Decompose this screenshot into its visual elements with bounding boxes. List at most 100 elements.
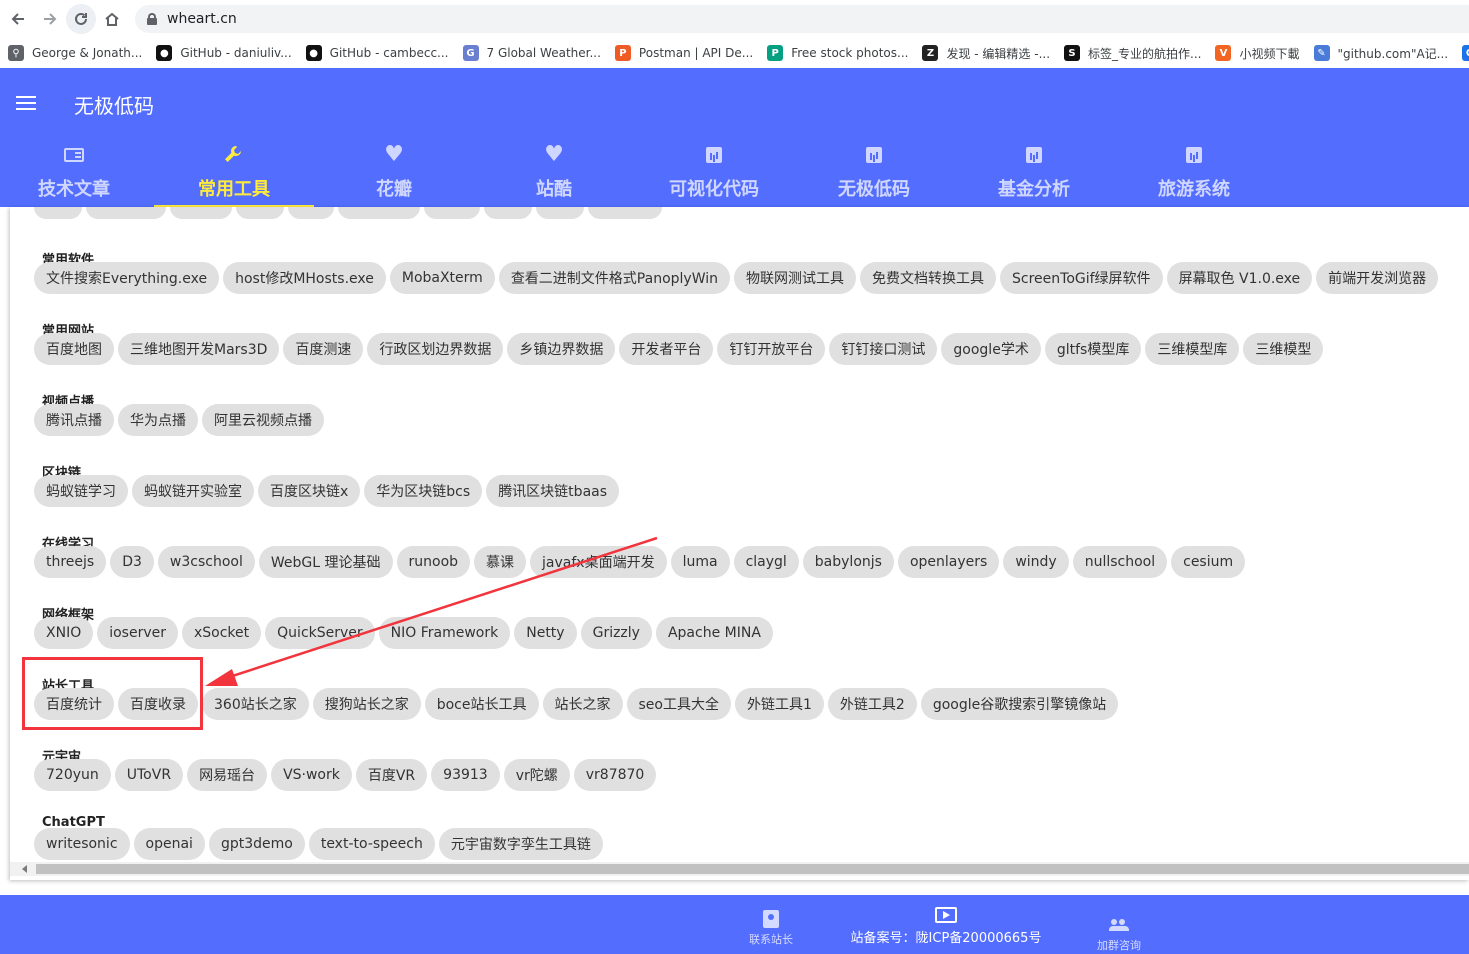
tool-chip[interactable]: windy [1003, 546, 1069, 578]
tool-chip[interactable]: nullschool [1072, 546, 1168, 578]
tool-chip[interactable]: 三维模型库 [1145, 333, 1240, 365]
tool-chip[interactable]: 慕课 [474, 546, 527, 578]
tab-6[interactable]: 无极低码 [794, 140, 954, 207]
bookmark-item[interactable]: G 7 Global Weather... [462, 45, 601, 61]
tool-chip[interactable]: 华为区块链bcs [364, 475, 483, 507]
tool-chip[interactable]: 查看二进制文件格式PanoplyWin [498, 262, 731, 294]
tool-chip[interactable]: 元宇宙数字孪生工具链 [438, 828, 603, 860]
tool-chip[interactable]: 百度区块链x [258, 475, 361, 507]
tool-chip[interactable]: 屏幕取色 V1.0.exe [1166, 262, 1313, 294]
bookmark-item[interactable]: Z 发现 - 编辑精选 -... [922, 45, 1050, 62]
back-arrow-icon[interactable] [2, 3, 34, 35]
tool-chip[interactable]: 腾讯点播 [34, 404, 114, 436]
tab-8[interactable]: 旅游系统 [1114, 140, 1274, 207]
bookmark-item[interactable]: ● GitHub - daniuliv... [156, 45, 292, 61]
tool-chip[interactable]: vr87870 [573, 759, 657, 791]
tool-chip[interactable]: 钉钉开放平台 [717, 333, 826, 365]
tool-chip[interactable]: 百度地图 [34, 333, 114, 365]
tool-chip[interactable]: VS·work [271, 759, 352, 791]
tool-chip[interactable]: 93913 [431, 759, 500, 791]
tool-chip[interactable]: writesonic [34, 828, 130, 860]
tool-chip[interactable]: threejs [34, 546, 107, 578]
tool-chip[interactable]: claygl [733, 546, 799, 578]
tool-chip[interactable]: 搜狗站长之家 [312, 688, 421, 720]
tool-chip[interactable]: 物联网测试工具 [734, 262, 857, 294]
tool-chip[interactable]: 钉钉接口测试 [829, 333, 938, 365]
address-bar[interactable]: wheart.cn [135, 5, 1469, 33]
tool-chip[interactable]: 外链工具2 [827, 688, 917, 720]
tool-chip[interactable]: luma [670, 546, 730, 578]
horizontal-scrollbar[interactable] [10, 862, 1469, 876]
tab-4[interactable]: ♥ 站酷 [474, 140, 634, 207]
tool-chip[interactable]: host修改MHosts.exe [223, 262, 386, 294]
tab-1[interactable]: 技术文章 [0, 140, 154, 207]
footer-group[interactable]: 加群咨询 [1090, 895, 1148, 953]
footer-icp[interactable]: 站备案号：陇ICP备20000665号 [840, 895, 1052, 946]
tool-chip[interactable]: D3 [110, 546, 154, 578]
tool-chip[interactable]: javafx桌面端开发 [530, 546, 667, 578]
tool-chip[interactable]: 720yun [34, 759, 111, 791]
tool-chip[interactable]: 站长之家 [542, 688, 623, 720]
tool-chip[interactable]: 360站长之家 [202, 688, 309, 720]
partial-chip[interactable] [236, 207, 284, 219]
tool-chip[interactable]: 三维模型 [1243, 333, 1324, 365]
tool-chip[interactable]: 外链工具1 [734, 688, 824, 720]
scrollbar-thumb[interactable] [36, 864, 1469, 874]
partial-chip[interactable] [424, 207, 480, 219]
bookmark-item[interactable]: ✎ "github.com"A记... [1313, 45, 1448, 62]
tool-chip[interactable]: google学术 [941, 333, 1041, 365]
tool-chip[interactable]: runoob [396, 546, 471, 578]
tool-chip[interactable]: 腾讯区块链tbaas [486, 475, 620, 507]
forward-arrow-icon[interactable] [34, 3, 66, 35]
tab-3[interactable]: ♥ 花瓣 [314, 140, 474, 207]
partial-chip[interactable] [588, 207, 662, 219]
tool-chip[interactable]: seo工具大全 [626, 688, 731, 720]
partial-chip[interactable] [288, 207, 334, 219]
bookmark-item[interactable]: OOn [1462, 45, 1469, 61]
tab-2[interactable]: 常用工具 [154, 140, 314, 207]
tool-chip[interactable]: vr陀螺 [503, 759, 570, 791]
tool-chip[interactable]: xSocket [182, 617, 262, 649]
tool-chip[interactable]: ioserver [97, 617, 178, 649]
tool-chip[interactable]: w3cschool [157, 546, 255, 578]
tool-chip[interactable]: 华为点播 [118, 404, 198, 436]
tool-chip[interactable]: 百度测速 [283, 333, 364, 365]
tool-chip[interactable]: 三维地图开发Mars3D [118, 333, 280, 365]
tool-chip[interactable]: 前端开发浏览器 [1316, 262, 1439, 294]
reload-icon[interactable] [66, 4, 96, 34]
tool-chip[interactable]: babylonjs [802, 546, 894, 578]
bookmark-item[interactable]: V 小视频下載 [1215, 45, 1300, 62]
tool-chip[interactable]: XNIO [34, 617, 94, 649]
tool-chip[interactable]: NIO Framework [378, 617, 511, 649]
tab-5[interactable]: 可视化代码 [634, 140, 794, 207]
partial-chip[interactable] [338, 207, 420, 219]
partial-chip[interactable] [170, 207, 232, 219]
tool-chip[interactable]: 免费文档转换工具 [860, 262, 997, 294]
partial-chip[interactable] [484, 207, 532, 219]
bookmark-item[interactable]: ⚲ George & Jonath... [8, 45, 142, 61]
tool-chip[interactable]: 百度VR [355, 759, 428, 791]
tool-chip[interactable]: gltfs模型库 [1044, 333, 1142, 365]
tool-chip[interactable]: ScreenToGif绿屏软件 [1000, 262, 1163, 294]
bookmark-item[interactable]: P Free stock photos... [767, 45, 908, 61]
tool-chip[interactable]: openai [133, 828, 205, 860]
tool-chip[interactable]: 蚂蚁链学习 [34, 475, 128, 507]
tool-chip[interactable]: cesium [1171, 546, 1246, 578]
tool-chip[interactable]: 阿里云视频点播 [202, 404, 324, 436]
scroll-left-icon[interactable] [22, 865, 27, 873]
tool-chip[interactable]: UToVR [114, 759, 184, 791]
tool-chip[interactable]: google谷歌搜索引擎镜像站 [920, 688, 1119, 720]
bookmark-item[interactable]: ● GitHub - cambecc... [305, 45, 449, 61]
bookmark-item[interactable]: S 标签_专业的航拍作... [1064, 45, 1201, 62]
tool-chip[interactable]: gpt3demo [208, 828, 305, 860]
tool-chip[interactable]: Grizzly [580, 617, 652, 649]
partial-chip[interactable] [536, 207, 584, 219]
tool-chip[interactable]: 网易瑶台 [187, 759, 268, 791]
tool-chip[interactable]: 蚂蚁链开实验室 [132, 475, 254, 507]
tool-chip[interactable]: QuickServer [265, 617, 375, 649]
tool-chip[interactable]: 行政区划边界数据 [367, 333, 504, 365]
tool-chip[interactable]: 开发者平台 [619, 333, 714, 365]
tool-chip[interactable]: Netty [514, 617, 577, 649]
partial-chip[interactable] [86, 207, 166, 219]
footer-contact[interactable]: 联系站长 [742, 895, 800, 947]
